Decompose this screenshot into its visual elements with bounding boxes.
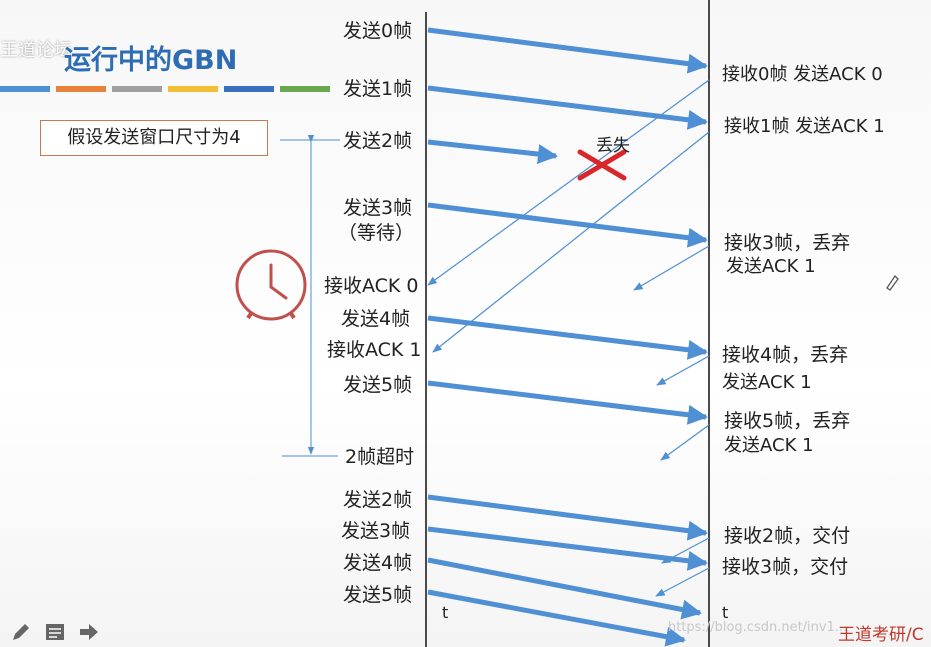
sender-time-axis-label: t — [442, 603, 449, 622]
sender-label-s0: 发送0帧 — [343, 20, 413, 42]
ack-arrow-r5 — [660, 424, 710, 461]
frame-arrow-3 — [427, 202, 708, 248]
title-underline-stripes — [0, 86, 330, 92]
sender-label-ack0: 接收ACK 0 — [324, 275, 419, 297]
receiver-label-r1: 接收1帧 发送ACK 1 — [724, 116, 885, 137]
gbn-diagram — [235, 0, 899, 647]
sender-label-s1: 发送1帧 — [343, 78, 413, 100]
url-watermark: https://blog.csdn.net/inv1... — [668, 620, 848, 635]
timeout-bracket — [280, 134, 340, 457]
window-size-note: 假设发送窗口尺寸为4 — [40, 120, 268, 156]
sender-label-s3: 发送3帧 — [343, 197, 413, 219]
page-title: 运行中的GBN — [64, 45, 238, 76]
watermark: 王道论坛 — [0, 40, 72, 61]
frame-arrow-r2 — [427, 494, 708, 541]
frame-arrow-r5 — [427, 589, 686, 647]
receiver-label-r0: 接收0帧 发送ACK 0 — [722, 64, 883, 85]
receiver-label-r5a: 接收5帧，丢弃 — [724, 410, 851, 432]
sender-label-s2: 发送2帧 — [343, 130, 413, 152]
receiver-label-r4b: 发送ACK 1 — [722, 372, 812, 393]
sender-label-rs3: 发送3帧 — [341, 520, 411, 542]
notes-icon[interactable] — [44, 621, 66, 643]
receiver-label-r4a: 接收4帧，丢弃 — [722, 344, 849, 366]
sender-label-ack1: 接收ACK 1 — [327, 339, 422, 361]
frame-arrow-r4 — [427, 557, 702, 620]
pencil-icon[interactable] — [10, 621, 32, 643]
sender-label-s4: 发送4帧 — [341, 308, 411, 330]
sender-label-wait: （等待） — [338, 222, 415, 244]
pen-cursor-icon — [886, 274, 899, 291]
ack-arrow-0 — [427, 79, 710, 286]
frame-arrow-5 — [427, 380, 708, 425]
frame-arrow-2-lost — [427, 139, 558, 164]
frame-arrow-r3 — [427, 526, 708, 571]
receiver-label-r5b: 发送ACK 1 — [724, 435, 814, 456]
sender-label-timeout: 2帧超时 — [345, 446, 415, 468]
frame-arrow-0 — [427, 27, 708, 74]
receiver-label-rr3: 接收3帧，交付 — [722, 556, 849, 578]
footer-brand: 王道考研/C — [838, 625, 924, 645]
sender-label-rs2: 发送2帧 — [343, 489, 413, 511]
ack-arrow-r3 — [633, 245, 710, 291]
clock-icon — [235, 249, 307, 321]
sender-label-s5: 发送5帧 — [343, 374, 413, 396]
ack-arrow-rr3 — [655, 567, 710, 597]
receiver-label-rr2: 接收2帧，交付 — [724, 525, 851, 547]
lost-label: 丢失 — [596, 136, 630, 156]
sender-label-rs5: 发送5帧 — [343, 584, 413, 606]
ack-arrow-r4 — [656, 355, 710, 386]
arrow-right-icon[interactable] — [78, 621, 100, 643]
ack-arrow-1 — [432, 131, 710, 353]
sender-label-rs4: 发送4帧 — [343, 552, 413, 574]
receiver-label-r3a: 接收3帧，丢弃 — [724, 232, 851, 254]
frame-arrow-1 — [427, 85, 708, 130]
receiver-label-r3b: 发送ACK 1 — [726, 256, 816, 277]
